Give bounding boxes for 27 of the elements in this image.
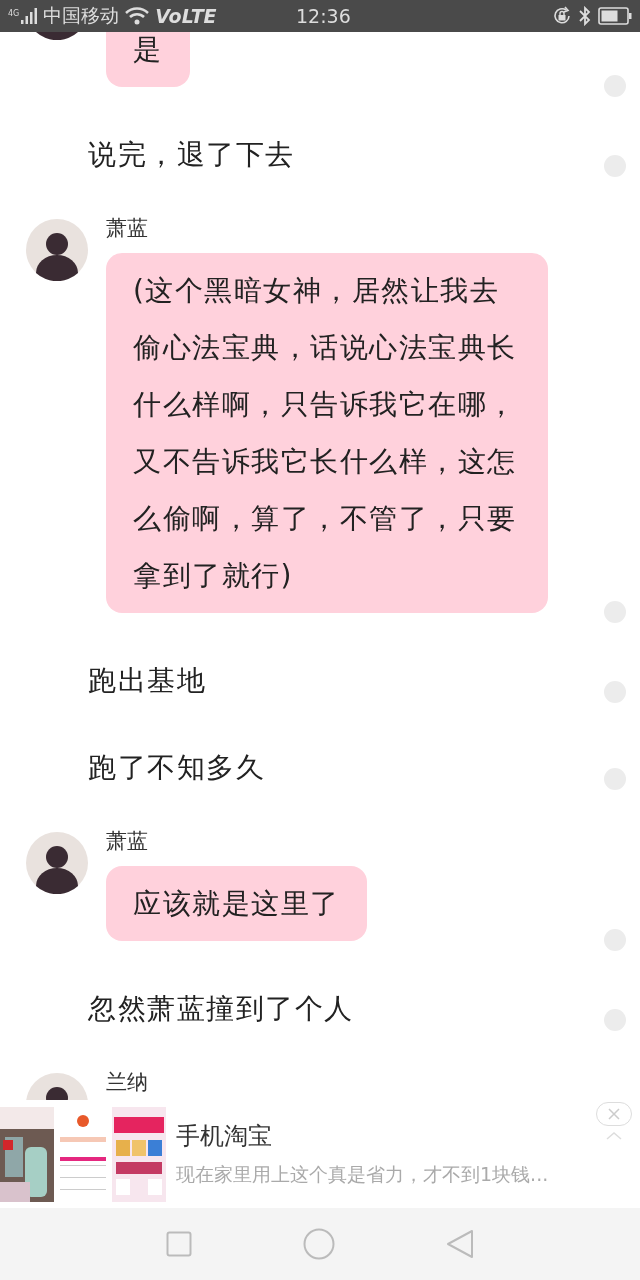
message-bubble: 是 bbox=[106, 32, 190, 87]
message-bubble: (这个黑暗女神，居然让我去偷心法宝典，话说心法宝典长什么样啊，只告诉我它在哪，又不告诉我它长什么样，这怎么偷啊，算了，不管了，只要拿到了就行) bbox=[106, 253, 548, 613]
network-type: 4G bbox=[8, 9, 20, 18]
speaker-name: 萧蓝 bbox=[106, 215, 148, 242]
carrier-name: 中国移动 bbox=[43, 3, 120, 28]
battery-icon bbox=[598, 7, 632, 25]
bluetooth-icon bbox=[578, 6, 592, 26]
wifi-icon bbox=[125, 7, 150, 25]
recents-button[interactable] bbox=[165, 1231, 192, 1257]
narration-text: 跑出基地 bbox=[88, 664, 206, 697]
ad-title: 手机淘宝 bbox=[176, 1121, 273, 1152]
collapse-icon[interactable] bbox=[606, 1132, 622, 1140]
narration-text: 说完，退了下去 bbox=[88, 138, 295, 171]
ad-description: 现在家里用上这个真是省力，才不到1块钱... bbox=[176, 1162, 549, 1187]
clock: 12:36 bbox=[296, 5, 351, 27]
narration-text: 忽然萧蓝撞到了个人 bbox=[88, 992, 354, 1025]
narration-text: 跑了不知多久 bbox=[88, 751, 265, 784]
home-button[interactable] bbox=[303, 1228, 335, 1260]
volte-indicator: VoLTE bbox=[155, 5, 217, 27]
close-icon[interactable] bbox=[607, 1107, 621, 1121]
speaker-name: 萧蓝 bbox=[106, 828, 148, 855]
close-button[interactable] bbox=[596, 1102, 632, 1126]
speaker-name: 兰纳 bbox=[106, 1069, 148, 1096]
message-bubble: 应该就是这里了 bbox=[106, 866, 367, 941]
back-button[interactable] bbox=[446, 1229, 475, 1259]
signal-icon bbox=[21, 8, 38, 24]
rotation-lock-icon bbox=[552, 6, 572, 26]
